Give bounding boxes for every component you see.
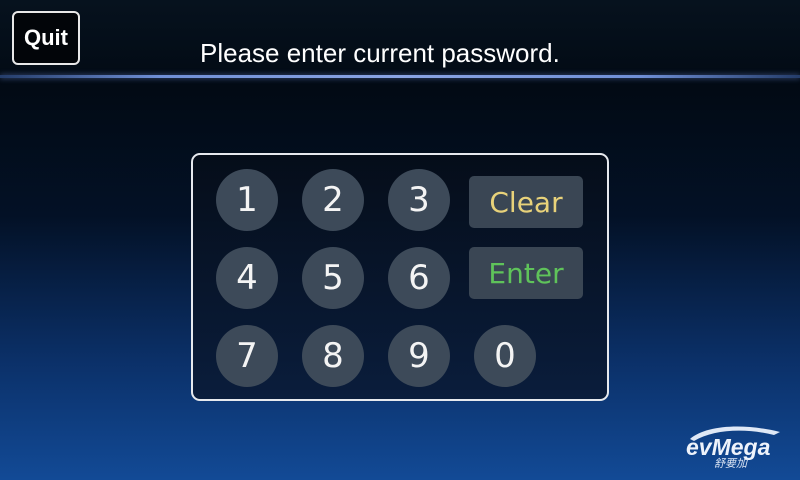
logo-subtext: 舒要加	[714, 457, 749, 469]
key-9[interactable]: 9	[388, 325, 450, 387]
key-0[interactable]: 0	[474, 325, 536, 387]
header-bar: Quit Please enter current password.	[0, 0, 800, 78]
key-8[interactable]: 8	[302, 325, 364, 387]
quit-button[interactable]: Quit	[12, 11, 80, 65]
enter-button[interactable]: Enter	[469, 247, 583, 299]
key-7[interactable]: 7	[216, 325, 278, 387]
key-4[interactable]: 4	[216, 247, 278, 309]
header-divider	[0, 75, 800, 78]
key-2[interactable]: 2	[302, 169, 364, 231]
key-6[interactable]: 6	[388, 247, 450, 309]
clear-button[interactable]: Clear	[469, 176, 583, 228]
key-1[interactable]: 1	[216, 169, 278, 231]
page-title: Please enter current password.	[200, 38, 560, 68]
keypad-panel: 1 2 3 Clear 4 5 6 Enter 7 8 9 0	[191, 153, 609, 401]
key-3[interactable]: 3	[388, 169, 450, 231]
key-5[interactable]: 5	[302, 247, 364, 309]
evmega-logo: evMega 舒要加	[686, 426, 780, 469]
